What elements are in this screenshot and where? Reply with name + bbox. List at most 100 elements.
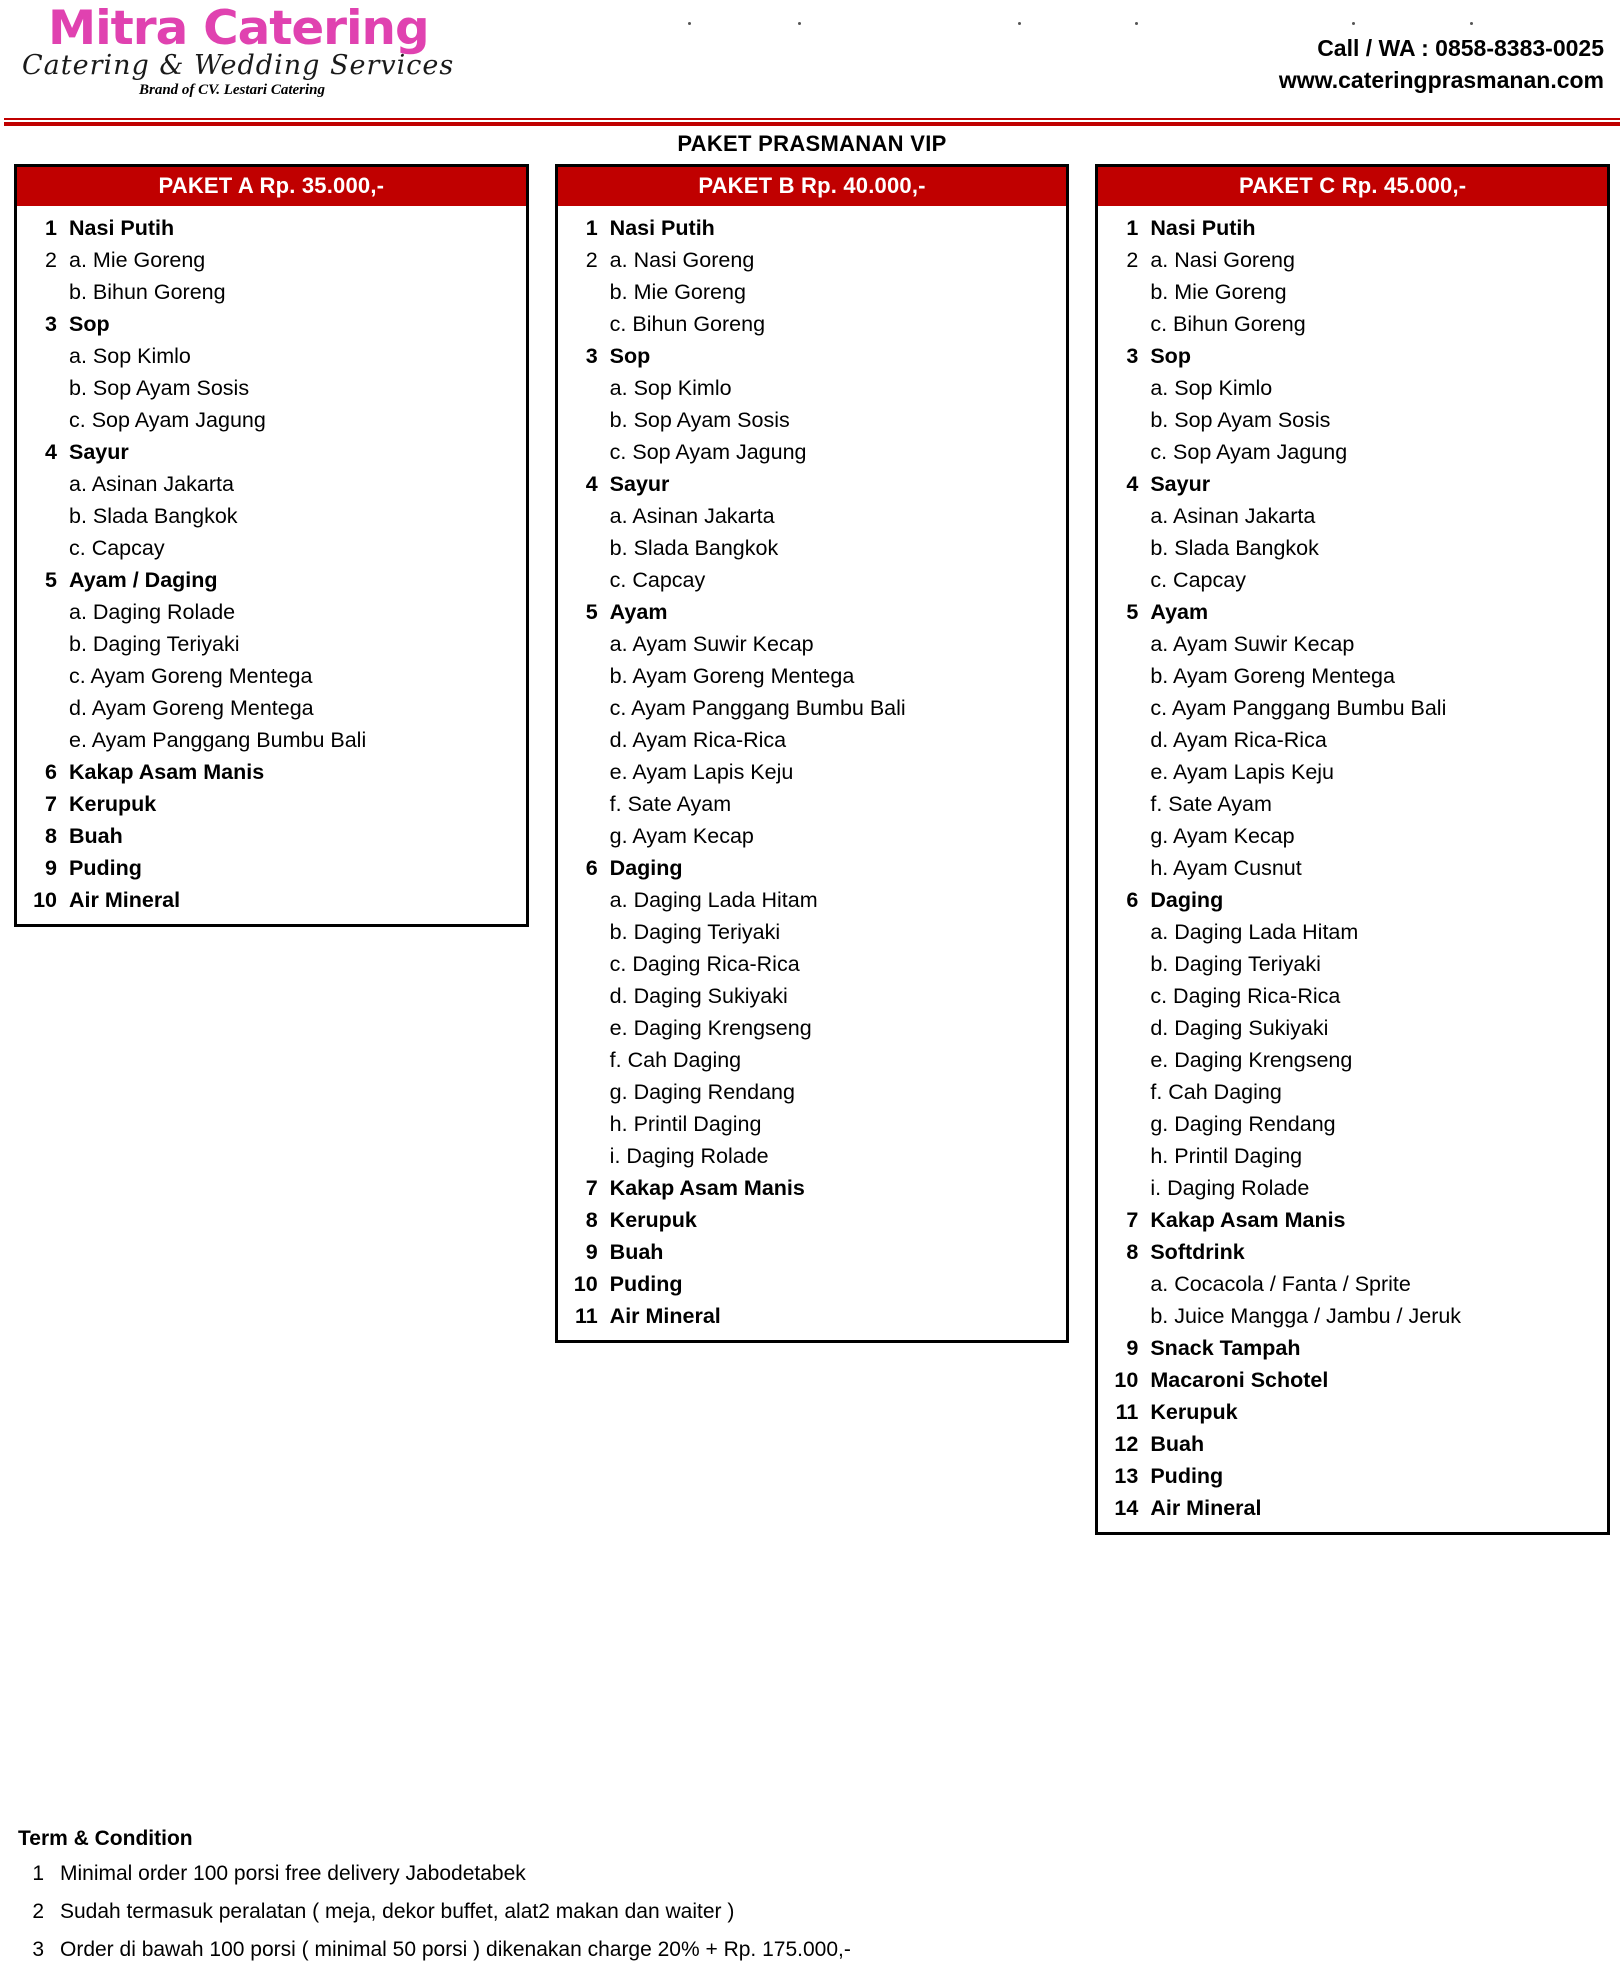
menu-item-number: 9	[585, 1240, 598, 1264]
menu-item-label: Puding	[69, 856, 142, 880]
menu-item: 10 Puding	[564, 1268, 1061, 1300]
menu-item: 4 Sayur	[564, 468, 1061, 500]
menu-sub-item: a. Daging Lada Hitam	[564, 884, 1061, 916]
terms-and-conditions: Term & Condition 1 Minimal order 100 pors…	[14, 1823, 1074, 1973]
menu-item-label: a. Asinan Jakarta	[1150, 504, 1316, 528]
menu-item-label: Sop	[1150, 344, 1191, 368]
menu-item-label: a. Sop Kimlo	[69, 344, 191, 368]
menu-sub-item: g. Daging Rendang	[1104, 1108, 1601, 1140]
menu-sub-item: e. Ayam Lapis Keju	[1104, 756, 1601, 788]
contact-website[interactable]: www.cateringprasmanan.com	[1279, 64, 1604, 96]
menu-item-label: b. Mie Goreng	[1150, 280, 1287, 304]
menu-item-label: Puding	[609, 1272, 683, 1296]
menu-sub-item: e. Daging Krengseng	[1104, 1044, 1601, 1076]
menu-item: 10 Air Mineral	[23, 884, 520, 916]
menu-item-number: 3	[585, 344, 598, 368]
menu-item-number: 11	[574, 1304, 598, 1328]
menu-item-label: a. Ayam Suwir Kecap	[1150, 632, 1355, 656]
menu-item: 10 Macaroni Schotel	[1104, 1364, 1601, 1396]
menu-item-label: f. Cah Daging	[609, 1048, 742, 1072]
menu-item-label: Nasi Putih	[1150, 216, 1256, 240]
menu-item-label: d. Daging Sukiyaki	[609, 984, 788, 1008]
menu-item: 6 Daging	[1104, 884, 1601, 916]
menu-sub-item: 2 a. Nasi Goreng	[1104, 244, 1601, 276]
menu-item-label: Macaroni Schotel	[1150, 1368, 1329, 1392]
menu-sub-item: a. Daging Lada Hitam	[1104, 916, 1601, 948]
menu-sub-item: c. Ayam Panggang Bumbu Bali	[564, 692, 1061, 724]
menu-item-label: Kakap Asam Manis	[69, 760, 265, 784]
menu-item-label: b. Slada Bangkok	[609, 536, 779, 560]
menu-sub-item: 2 a. Mie Goreng	[23, 244, 520, 276]
menu-item-label: f. Sate Ayam	[1150, 792, 1272, 816]
terms-title: Term & Condition	[18, 1827, 193, 1850]
menu-item-label: Sop	[609, 344, 651, 368]
menu-item-number: 10	[573, 1272, 598, 1296]
menu-sub-item: g. Daging Rendang	[564, 1076, 1061, 1108]
menu-sub-item: b. Sop Ayam Sosis	[23, 372, 520, 404]
terms-item-number: 1	[32, 1862, 44, 1885]
menu-item-label: a. Nasi Goreng	[609, 248, 755, 272]
menu-item: 8 Softdrink	[1104, 1236, 1601, 1268]
menu-item-label: b. Daging Teriyaki	[1150, 952, 1321, 976]
menu-item-label: d. Ayam Goreng Mentega	[69, 696, 314, 720]
menu-item-label: b. Daging Teriyaki	[609, 920, 781, 944]
menu-item-label: e. Daging Krengseng	[1150, 1048, 1353, 1072]
contact-phone[interactable]: Call / WA : 0858-8383-0025	[1279, 32, 1604, 64]
menu-item-label: d. Ayam Rica-Rica	[1150, 728, 1327, 752]
menu-item-label: b. Ayam Goreng Mentega	[609, 664, 855, 688]
menu-item-label: a. Asinan Jakarta	[69, 472, 234, 496]
menu-sub-item: b. Daging Teriyaki	[564, 916, 1061, 948]
menu-sub-item: i. Daging Rolade	[564, 1140, 1061, 1172]
terms-item-text: Sudah termasuk peralatan ( meja, dekor b…	[60, 1900, 735, 1923]
menu-item-label: i. Daging Rolade	[1150, 1176, 1310, 1200]
menu-sub-item: c. Ayam Panggang Bumbu Bali	[1104, 692, 1601, 724]
menu-sub-item: a. Sop Kimlo	[1104, 372, 1601, 404]
menu-item-label: Kakap Asam Manis	[609, 1176, 805, 1200]
menu-item-label: c. Daging Rica-Rica	[609, 952, 800, 976]
menu-item: 11 Air Mineral	[564, 1300, 1061, 1332]
menu-item-label: Kerupuk	[1150, 1400, 1238, 1424]
menu-sub-item: h. Printil Daging	[1104, 1140, 1601, 1172]
menu-sub-item: a. Asinan Jakarta	[1104, 500, 1601, 532]
menu-item-label: Sayur	[609, 472, 670, 496]
menu-sub-item: f. Sate Ayam	[1104, 788, 1601, 820]
menu-item-label: e. Ayam Panggang Bumbu Bali	[69, 728, 367, 752]
menu-item-label: Buah	[609, 1240, 664, 1264]
menu-item-label: c. Capcay	[609, 568, 706, 592]
menu-item-number: 3	[45, 312, 57, 336]
menu-item-label: a. Daging Lada Hitam	[1150, 920, 1359, 944]
menu-sub-item: a. Sop Kimlo	[564, 372, 1061, 404]
menu-item: 1 Nasi Putih	[23, 212, 520, 244]
menu-item-label: f. Sate Ayam	[609, 792, 732, 816]
menu-sub-item: h. Ayam Cusnut	[1104, 852, 1601, 884]
menu-item: 5 Ayam / Daging	[23, 564, 520, 596]
menu-sub-item: i. Daging Rolade	[1104, 1172, 1601, 1204]
menu-sub-item: e. Ayam Lapis Keju	[564, 756, 1061, 788]
menu-sub-item: c. Ayam Goreng Mentega	[23, 660, 520, 692]
menu-item: 9 Buah	[564, 1236, 1061, 1268]
menu-sub-item: d. Daging Sukiyaki	[564, 980, 1061, 1012]
menu-item-label: a. Mie Goreng	[69, 248, 206, 272]
menu-sub-item: g. Ayam Kecap	[564, 820, 1061, 852]
brand-logo: Mitra Catering Catering & Wedding Servic…	[22, 4, 453, 99]
menu-item-label: a. Nasi Goreng	[1150, 248, 1295, 272]
menu-item: 7 Kerupuk	[23, 788, 520, 820]
menu-item-label: b. Daging Teriyaki	[69, 632, 240, 656]
menu-item: 9 Snack Tampah	[1104, 1332, 1601, 1364]
menu-item: 5 Ayam	[564, 596, 1061, 628]
terms-item-text: Minimal order 100 porsi free delivery Ja…	[60, 1862, 526, 1885]
menu-item-label: f. Cah Daging	[1150, 1080, 1282, 1104]
menu-sub-item: f. Sate Ayam	[564, 788, 1061, 820]
menu-sub-item: c. Sop Ayam Jagung	[1104, 436, 1601, 468]
menu-item-label: c. Ayam Panggang Bumbu Bali	[1150, 696, 1447, 720]
menu-sub-item: c. Bihun Goreng	[1104, 308, 1601, 340]
contact-info: Call / WA : 0858-8383-0025 www.cateringp…	[1279, 32, 1604, 96]
menu-item: 6 Kakap Asam Manis	[23, 756, 520, 788]
menu-item-label: Ayam	[1150, 600, 1209, 624]
menu-sub-item: a. Asinan Jakarta	[564, 500, 1061, 532]
menu-item: 14 Air Mineral	[1104, 1492, 1601, 1524]
menu-item-label: Sop	[69, 312, 110, 336]
menu-item-number: 1	[1126, 216, 1139, 240]
menu-item-label: a. Cocacola / Fanta / Sprite	[1150, 1272, 1411, 1296]
menu-item: 9 Puding	[23, 852, 520, 884]
